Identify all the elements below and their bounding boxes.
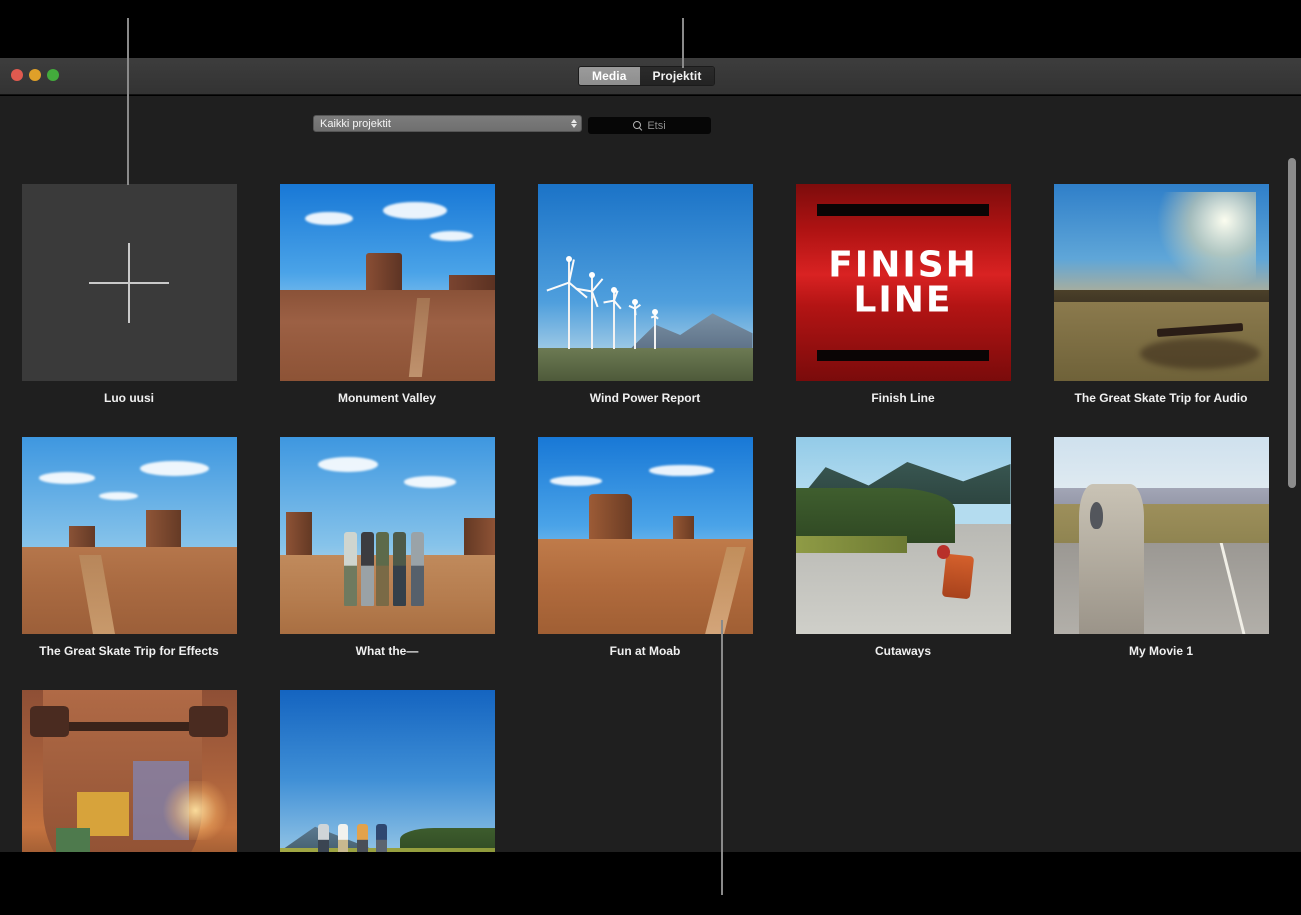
project-title: My Movie 1 — [1129, 644, 1193, 658]
project-title: Monument Valley — [338, 391, 436, 405]
project-title: Wind Power Report — [590, 391, 701, 405]
guide-line-top — [682, 18, 684, 68]
project-tile[interactable]: What the— — [258, 405, 516, 658]
project-thumbnail[interactable]: FINISH LINE — [796, 184, 1011, 381]
tab-media[interactable]: Media — [579, 67, 640, 85]
projects-grid: Luo uusi Monument Valley — [0, 152, 1301, 852]
window-titlebar: Media Projektit — [0, 58, 1301, 95]
project-title: What the— — [356, 644, 419, 658]
project-thumbnail[interactable] — [538, 184, 753, 381]
chevron-up-down-icon — [571, 116, 577, 131]
project-tile[interactable] — [0, 658, 258, 852]
project-tile[interactable]: My Movie 1 — [1032, 405, 1290, 658]
new-project-label: Luo uusi — [104, 391, 154, 405]
project-thumbnail[interactable] — [280, 690, 495, 852]
project-title: Fun at Moab — [610, 644, 681, 658]
project-thumbnail[interactable] — [22, 690, 237, 852]
project-title: The Great Skate Trip for Audio — [1075, 391, 1248, 405]
project-thumbnail[interactable] — [796, 437, 1011, 634]
search-icon — [633, 121, 642, 130]
guide-line-left — [127, 18, 129, 185]
project-tile[interactable]: The Great Skate Trip for Effects — [0, 405, 258, 658]
new-project-thumb[interactable] — [22, 184, 237, 381]
projects-browser: Luo uusi Monument Valley — [0, 152, 1301, 852]
create-new-project-tile[interactable]: Luo uusi — [0, 152, 258, 405]
project-tile[interactable]: Wind Power Report — [516, 152, 774, 405]
imovie-window: Media Projektit Kaikki projektit Etsi Lu… — [0, 0, 1301, 915]
library-mode-segmented-control[interactable]: Media Projektit — [578, 66, 715, 86]
finish-line-text-2: LINE — [796, 283, 1011, 318]
project-thumbnail[interactable] — [280, 437, 495, 634]
project-thumbnail[interactable] — [538, 437, 753, 634]
project-title: Cutaways — [875, 644, 931, 658]
project-thumbnail[interactable] — [1054, 437, 1269, 634]
vertical-scrollbar[interactable] — [1288, 158, 1296, 488]
project-title: The Great Skate Trip for Effects — [39, 644, 218, 658]
project-tile[interactable]: Monument Valley — [258, 152, 516, 405]
project-tile[interactable] — [258, 658, 516, 852]
project-tile[interactable]: The Great Skate Trip for Audio — [1032, 152, 1290, 405]
project-tile[interactable]: Fun at Moab — [516, 405, 774, 658]
project-filter-value: Kaikki projektit — [314, 118, 391, 130]
desktop-backdrop-bottom — [0, 852, 1301, 915]
plus-icon — [89, 243, 169, 323]
guide-line-bottom — [721, 620, 723, 895]
zoom-button[interactable] — [47, 69, 59, 81]
project-thumbnail[interactable] — [1054, 184, 1269, 381]
window-controls — [11, 69, 59, 81]
finish-line-text-1: FINISH — [796, 247, 1011, 282]
project-thumbnail[interactable] — [280, 184, 495, 381]
project-thumbnail[interactable] — [22, 437, 237, 634]
minimize-button[interactable] — [29, 69, 41, 81]
close-button[interactable] — [11, 69, 23, 81]
project-filter-popup[interactable]: Kaikki projektit — [313, 115, 582, 132]
project-tile[interactable]: FINISH LINE Finish Line — [774, 152, 1032, 405]
tab-projects[interactable]: Projektit — [640, 67, 715, 85]
project-tile[interactable]: Cutaways — [774, 405, 1032, 658]
search-placeholder: Etsi — [647, 120, 665, 132]
desktop-backdrop-top — [0, 0, 1301, 58]
project-title: Finish Line — [871, 391, 934, 405]
search-field[interactable]: Etsi — [588, 117, 711, 134]
